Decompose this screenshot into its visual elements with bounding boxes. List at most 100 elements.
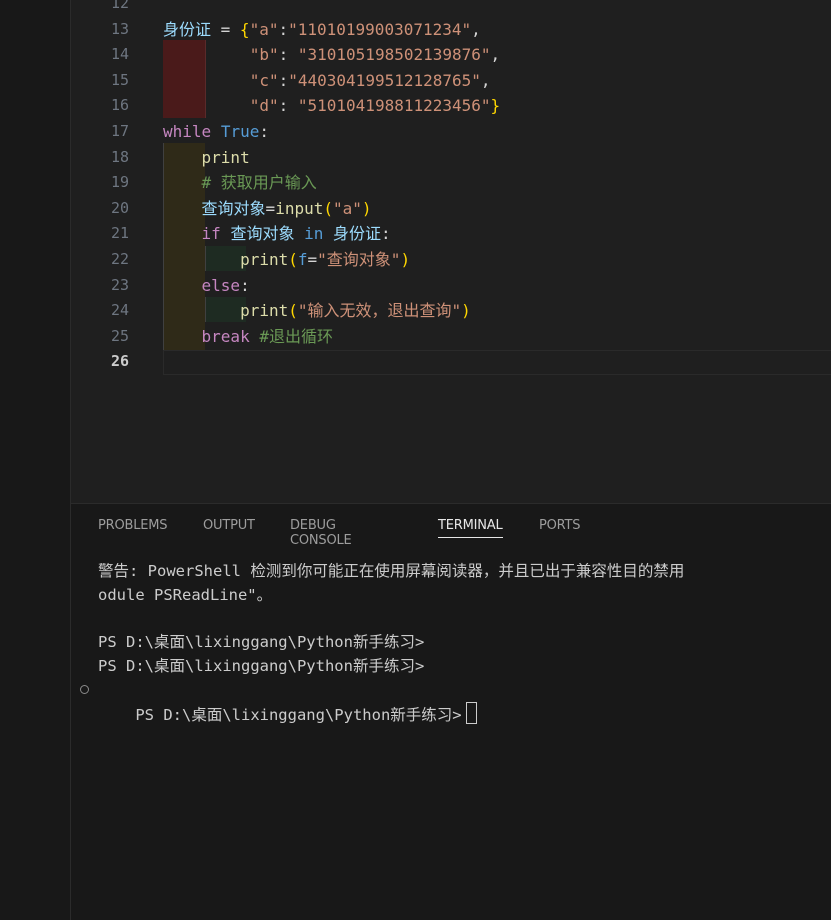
code-token: break: [201, 326, 250, 346]
code-token: "310105198502139876": [297, 45, 491, 65]
code-token: input: [275, 198, 324, 218]
code-token: "c": [249, 70, 279, 90]
code-token: print: [240, 250, 289, 269]
current-line-highlight: [163, 350, 831, 375]
code-token: print: [201, 147, 250, 167]
code-token: "a": [333, 198, 362, 218]
tab-problems[interactable]: PROBLEMS: [98, 518, 168, 533]
tab-debug-console[interactable]: DEBUG CONSOLE: [290, 518, 352, 548]
code-line[interactable]: # 获取用户输入: [163, 170, 317, 196]
cursor-icon: [465, 702, 477, 724]
code-token: :: [381, 224, 391, 244]
terminal-prompt-3[interactable]: PS D:\桌面\lixinggang\Python新手练习>: [98, 678, 477, 724]
tab-output[interactable]: OUTPUT: [203, 518, 255, 533]
code-token: "b": [249, 45, 279, 65]
code-line[interactable]: break #退出循环: [163, 324, 333, 350]
code-token: ,: [471, 19, 481, 39]
code-token: :: [278, 19, 289, 39]
code-token: =: [265, 198, 276, 218]
code-token: ): [361, 198, 372, 218]
terminal-warning-line-2: odule PSReadLine"。: [98, 586, 273, 604]
code-token: True: [220, 122, 260, 141]
code-line[interactable]: 查询对象=input("a"): [163, 196, 372, 222]
code-line[interactable]: print: [163, 145, 250, 171]
bottom-panel: PROBLEMS OUTPUT DEBUG CONSOLE TERMINAL P…: [71, 504, 831, 920]
code-token: in: [304, 224, 324, 244]
tab-ports[interactable]: PORTS: [539, 518, 581, 533]
code-token: 查询对象: [201, 198, 266, 218]
code-token: 查询对象: [230, 224, 295, 244]
code-token: "输入无效，退出查询": [297, 301, 462, 321]
code-token: "11010199003071234": [288, 19, 472, 39]
code-token: ): [400, 250, 411, 269]
code-line[interactable]: 身份证 = {"a":"11010199003071234",: [163, 17, 481, 43]
code-editor[interactable]: 12 13 14 15 16 17 18 19 20 21 22 23 24 25 26 身份证 = {"a…: [71, 0, 831, 503]
terminal-prompt-2: PS D:\桌面\lixinggang\Python新手练习>: [98, 657, 425, 675]
code-token: :: [240, 275, 250, 295]
line-number: 23: [110, 275, 129, 294]
code-token: ,: [480, 70, 491, 90]
code-token: (: [288, 250, 298, 269]
line-number: 17: [110, 122, 129, 140]
code-token: "d": [249, 96, 279, 116]
line-number: 24: [110, 301, 129, 320]
line-number: 21: [110, 224, 129, 243]
code-token: else: [201, 275, 241, 295]
code-token: while: [163, 122, 212, 141]
line-number: 18: [110, 147, 129, 166]
code-token: "510104198811223456": [297, 96, 491, 116]
code-token: 身份证: [333, 224, 382, 244]
line-number: 26: [110, 352, 129, 371]
code-token: (: [323, 198, 333, 218]
code-token: #退出循环: [259, 326, 333, 346]
code-line[interactable]: while True:: [163, 119, 269, 145]
code-token: }: [490, 96, 501, 116]
code-token: =: [211, 19, 240, 39]
code-token: {: [239, 19, 250, 39]
circle-icon[interactable]: [80, 685, 89, 694]
code-token: "a": [249, 19, 279, 39]
code-token: (: [288, 301, 298, 321]
line-number: 12: [110, 0, 129, 12]
terminal-warning-line-1: 警告: PowerShell 检测到你可能正在使用屏幕阅读器，并且已出于兼容性目…: [98, 562, 685, 580]
code-token: :: [278, 70, 289, 90]
code-token: "440304199512128765": [288, 70, 481, 90]
code-line[interactable]: if 查询对象 in 身份证:: [163, 221, 391, 247]
tab-terminal[interactable]: TERMINAL: [438, 518, 503, 538]
code-line[interactable]: print("输入无效，退出查询"): [163, 298, 471, 324]
code-token: if: [201, 224, 221, 244]
line-number: 14: [110, 45, 129, 64]
line-number: 15: [110, 70, 129, 89]
code-token: :: [278, 45, 298, 65]
code-token: "查询对象": [317, 250, 401, 269]
code-line[interactable]: else:: [163, 273, 250, 299]
activity-bar: [0, 0, 70, 920]
code-token: # 获取用户输入: [201, 173, 317, 193]
code-token: =: [307, 250, 318, 269]
code-line[interactable]: "c":"440304199512128765",: [163, 68, 491, 94]
code-line[interactable]: "b": "310105198502139876",: [163, 42, 500, 68]
code-token: 身份证: [163, 19, 212, 39]
line-number: 16: [110, 96, 129, 115]
line-number: 13: [110, 19, 129, 38]
code-token: print: [240, 301, 289, 321]
code-line[interactable]: "d": "510104198811223456"}: [163, 93, 500, 119]
code-line[interactable]: print(f="查询对象"): [163, 247, 410, 273]
terminal-prompt-text: PS D:\桌面\lixinggang\Python新手练习>: [135, 706, 462, 724]
